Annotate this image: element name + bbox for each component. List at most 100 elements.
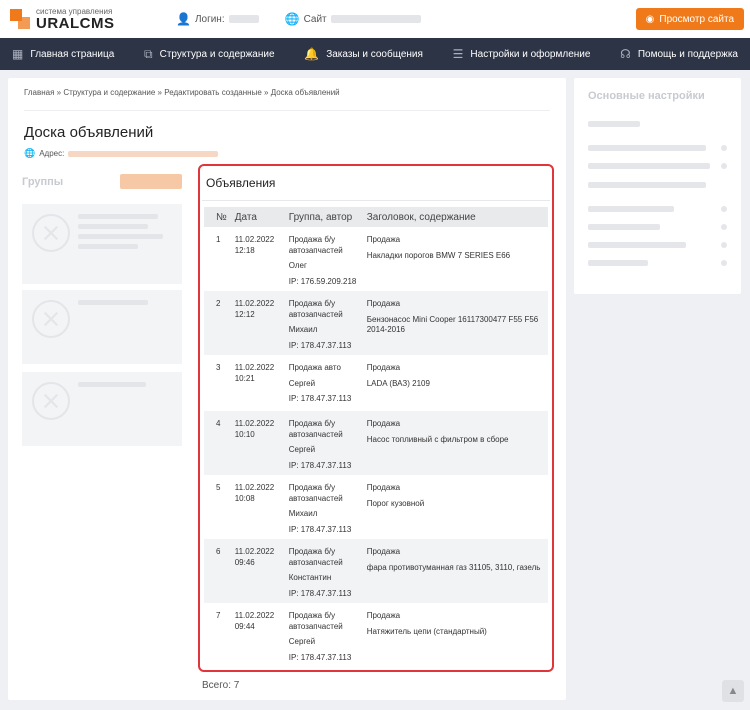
row-group: Продажа б/у автозапчастей Сергей IP: 178.4…: [284, 603, 363, 667]
author-value: Сергей: [288, 378, 316, 388]
table-row[interactable]: 5 11.02.2022 10:08 Продажа б/у автозапчасте…: [204, 475, 548, 539]
row-group: Продажа б/у автозапчастей Сергей IP: 178.4…: [284, 411, 363, 475]
column-header[interactable]: Группа, автор: [284, 207, 363, 227]
nav-item-structure[interactable]: ⧉ Структура и содержание: [144, 47, 275, 62]
address-link-redacted[interactable]: [68, 150, 219, 157]
ip-value: IP: 178.47.37.113: [288, 524, 352, 534]
author-value: Константин: [288, 573, 332, 583]
date-value: 11.02.2022: [234, 299, 275, 308]
login-value-redacted: [228, 15, 259, 23]
row-content[interactable]: Продажа Порог кузовной: [362, 475, 548, 539]
group-card[interactable]: [22, 290, 182, 364]
ad-title: Порог кузовной: [366, 498, 425, 508]
ads-table: № Дата Группа, автор Заголовок, содержан…: [204, 207, 548, 667]
scroll-top-button[interactable]: ▲: [722, 680, 744, 702]
nav-item-settings[interactable]: ☰ Настройки и оформление: [453, 47, 591, 61]
group-value: Продажа б/у автозапчастей: [288, 299, 343, 319]
breadcrumb-structure[interactable]: Структура и содержание: [63, 88, 155, 97]
ads-panel: Объявления № Дата Группа, автор Заголово…: [198, 164, 554, 672]
ad-type: Продажа: [366, 235, 401, 244]
row-number: 4: [204, 411, 231, 475]
table-row[interactable]: 3 11.02.2022 10:21 Продажа авто Сергей IP: 17…: [204, 355, 548, 411]
time-value: 09:46: [234, 557, 255, 567]
time-value: 09:44: [234, 621, 255, 631]
ad-title: Бензонасос Mini Cooper 16117300477 F55 F…: [366, 314, 539, 335]
groups-title: Группы: [22, 175, 64, 188]
column-header[interactable]: Дата: [230, 207, 285, 227]
globe-icon: 🌐: [24, 148, 36, 158]
date-value: 11.02.2022: [234, 419, 275, 428]
site-label: Сайт: [303, 13, 327, 25]
table-row[interactable]: 7 11.02.2022 09:44 Продажа б/у автозапчасте…: [204, 603, 548, 667]
row-number: 3: [204, 355, 231, 411]
row-date: 11.02.2022 12:12: [230, 291, 285, 355]
table-header: № Дата Группа, автор Заголовок, содержан…: [204, 207, 548, 227]
row-date: 11.02.2022 12:18: [230, 227, 285, 291]
nav-label: Настройки и оформление: [470, 48, 591, 60]
settings-link[interactable]: [588, 218, 727, 236]
nav-label: Помощь и поддержка: [637, 48, 738, 60]
ad-type: Продажа: [366, 299, 401, 308]
globe-icon: 🌐: [284, 12, 300, 26]
breadcrumb: Главная » Структура и содержание » Редак…: [24, 88, 340, 97]
address-row: 🌐 Адрес:: [24, 148, 219, 159]
author-value: Михаил: [288, 325, 318, 335]
settings-link[interactable]: [588, 254, 727, 272]
column-header[interactable]: Заголовок, содержание: [362, 207, 548, 227]
nav-item-orders[interactable]: 🔔 Заказы и сообщения: [304, 47, 423, 61]
table-row[interactable]: 6 11.02.2022 09:46 Продажа б/у автозапчасте…: [204, 539, 548, 603]
row-content[interactable]: Продажа фара противотуманная газ 31105, 3…: [362, 539, 548, 603]
time-value: 10:08: [234, 493, 255, 503]
breadcrumb-home[interactable]: Главная: [24, 88, 54, 97]
date-value: 11.02.2022: [234, 547, 275, 556]
row-number: 1: [204, 227, 231, 291]
group-card[interactable]: [22, 372, 182, 446]
nav-item-help[interactable]: ☊ Помощь и поддержка: [620, 47, 738, 61]
date-value: 11.02.2022: [234, 611, 275, 620]
ip-value: IP: 178.47.37.113: [288, 652, 352, 662]
ad-type: Продажа: [366, 611, 401, 620]
ad-title: Насос топливный с фильтром в сборе: [366, 434, 509, 444]
row-number: 7: [204, 603, 231, 667]
row-group: Продажа б/у автозапчастей Михаил IP: 178.4…: [284, 475, 363, 539]
eye-icon: ◉: [645, 13, 655, 25]
login-info: 👤 Логин:: [176, 12, 259, 26]
settings-link[interactable]: [588, 157, 727, 175]
row-content[interactable]: Продажа Бензонасос Mini Cooper 1611730047…: [362, 291, 548, 355]
row-content[interactable]: Продажа Накладки порогов BMW 7 SERIES E66: [362, 227, 548, 291]
group-value: Продажа б/у автозапчастей: [288, 611, 343, 631]
logo-title: URALCMS: [36, 14, 115, 32]
settings-title: Основные настройки: [588, 90, 705, 102]
row-content[interactable]: Продажа LADA (ВАЗ) 2109: [362, 355, 548, 411]
main-content: Главная » Структура и содержание » Редак…: [8, 78, 566, 700]
placeholder-image-icon: [32, 382, 70, 420]
table-row[interactable]: 2 11.02.2022 12:12 Продажа б/у автозапчасте…: [204, 291, 548, 355]
row-content[interactable]: Продажа Насос топливный с фильтром в сбор…: [362, 411, 548, 475]
add-group-button[interactable]: [120, 174, 182, 189]
settings-link[interactable]: [588, 139, 727, 157]
nav-label: Структура и содержание: [159, 48, 275, 60]
logo-mark-icon: [10, 9, 30, 29]
sliders-icon: ☰: [452, 47, 464, 61]
row-content[interactable]: Продажа Натяжитель цепи (стандартный): [362, 603, 548, 667]
time-value: 10:10: [234, 429, 255, 439]
row-date: 11.02.2022 10:10: [230, 411, 285, 475]
total-count: Всего: 7: [202, 680, 240, 691]
ip-value: IP: 178.47.37.113: [288, 394, 352, 404]
site-value-redacted: [330, 15, 421, 23]
table-row[interactable]: 4 11.02.2022 10:10 Продажа б/у автозапчасте…: [204, 411, 548, 475]
logo[interactable]: система управления URALCMS: [10, 7, 160, 32]
group-value: Продажа б/у автозапчастей: [288, 547, 343, 567]
settings-link[interactable]: [588, 236, 727, 254]
settings-link[interactable]: [588, 200, 727, 218]
breadcrumb-edit[interactable]: Редактировать созданные: [164, 88, 262, 97]
nav-item-home[interactable]: ▦ Главная страница: [12, 47, 114, 61]
breadcrumb-current: Доска объявлений: [270, 88, 340, 97]
ad-title: Натяжитель цепи (стандартный): [366, 626, 487, 636]
ip-value: IP: 178.47.37.113: [288, 460, 352, 470]
view-site-button[interactable]: ◉ Просмотр сайта: [635, 8, 744, 30]
row-date: 11.02.2022 09:44: [230, 603, 285, 667]
table-row[interactable]: 1 11.02.2022 12:18 Продажа б/у автозапчасте…: [204, 227, 548, 291]
column-header[interactable]: №: [204, 207, 231, 227]
group-card[interactable]: [22, 204, 182, 284]
